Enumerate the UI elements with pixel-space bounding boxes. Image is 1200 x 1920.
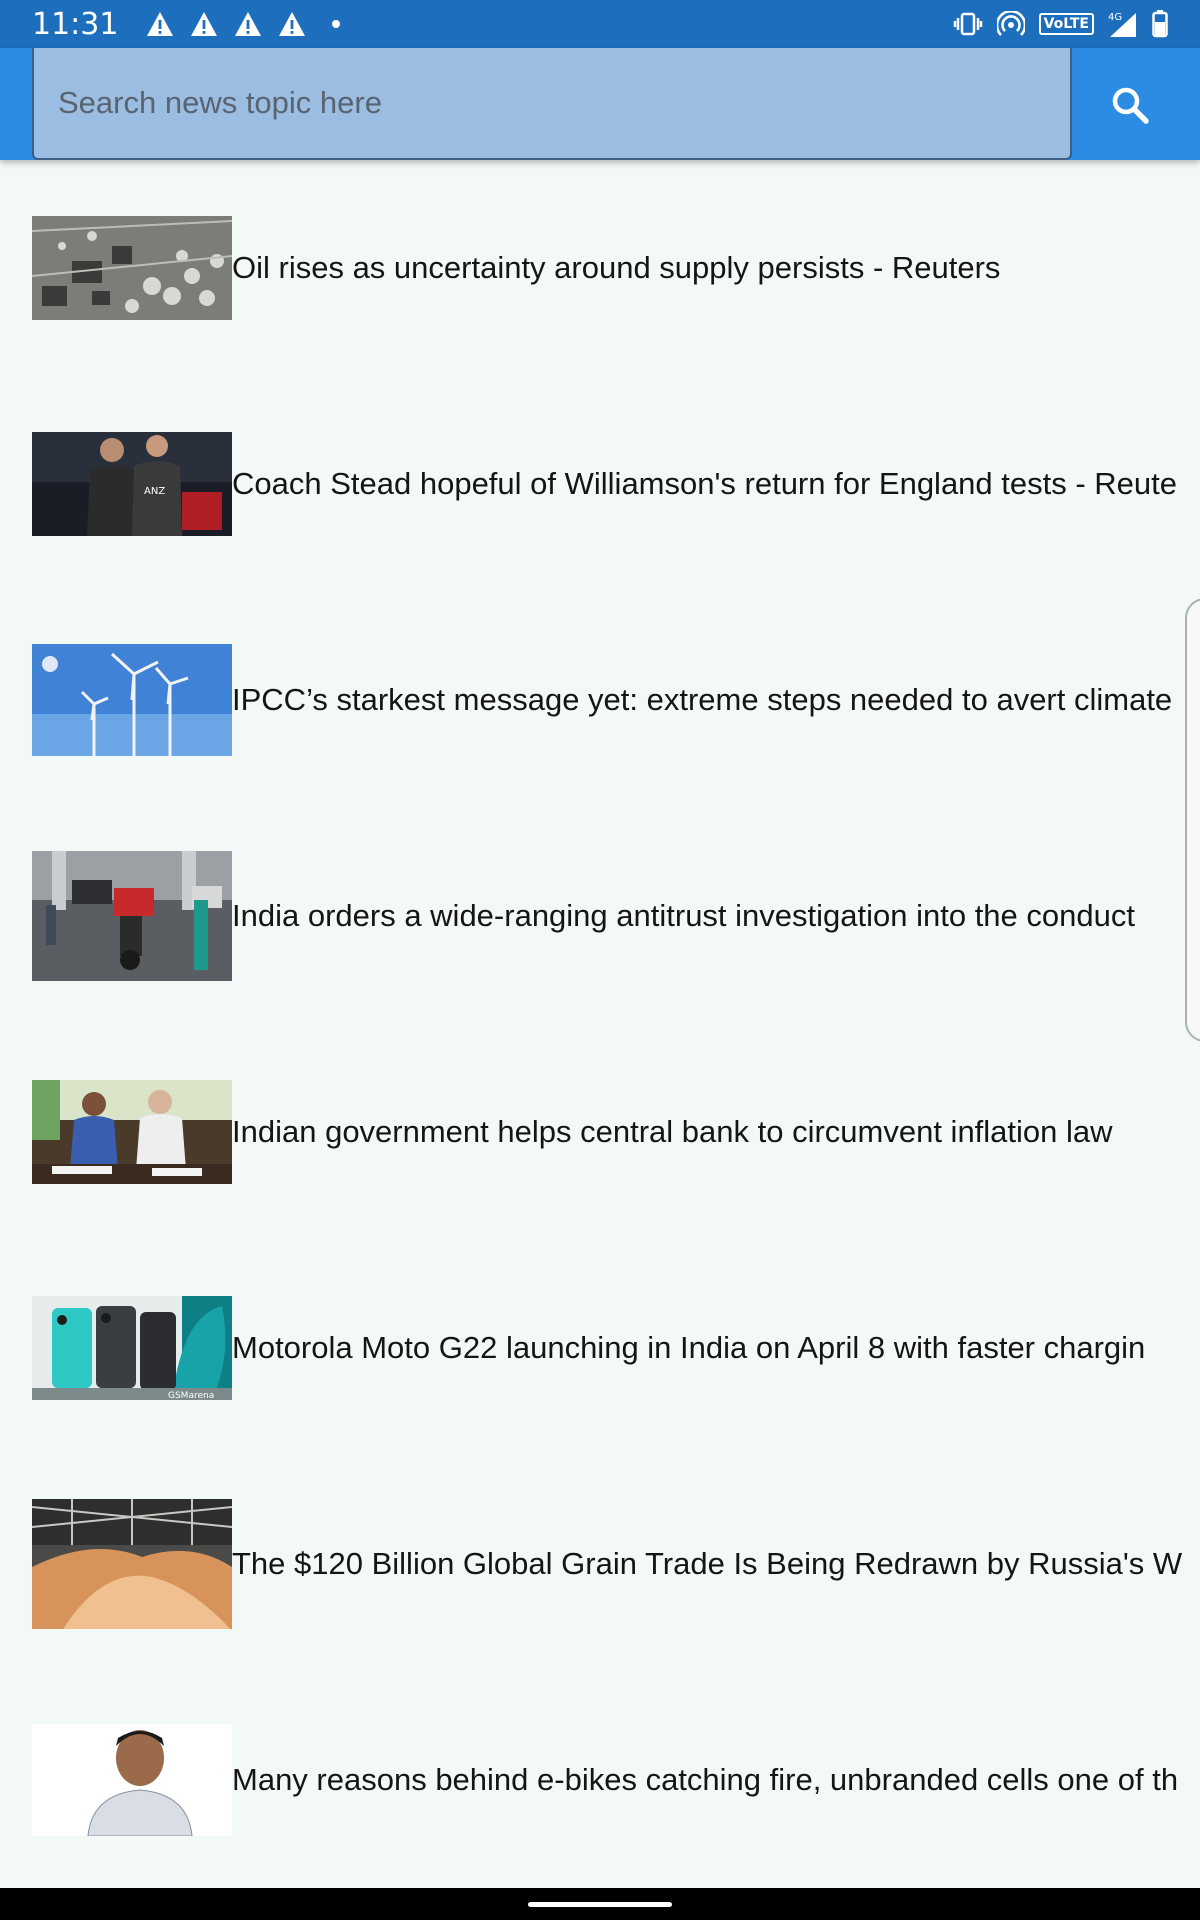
home-indicator[interactable] (528, 1902, 672, 1907)
grain-warehouse-image (32, 1499, 232, 1629)
news-item[interactable]: Indian government helps central bank to … (32, 1067, 1200, 1197)
svg-text:GSMarena: GSMarena (168, 1391, 214, 1400)
warning-icon (191, 12, 218, 36)
street-scene-image (32, 851, 232, 981)
vibrate-icon (953, 12, 982, 36)
search-button[interactable] (1100, 78, 1160, 132)
signal-4g-icon: 4G (1108, 12, 1136, 37)
news-item[interactable]: Oil rises as uncertainty around supply p… (32, 203, 1200, 333)
refinery-aerial-image (32, 216, 232, 320)
news-item[interactable]: IPCC’s starkest message yet: extreme ste… (32, 635, 1200, 765)
news-headline: Motorola Moto G22 launching in India on … (232, 1330, 1146, 1365)
wind-turbines-image (32, 644, 232, 756)
news-headline: Oil rises as uncertainty around supply p… (232, 250, 1001, 285)
network-type-label: 4G (1108, 12, 1122, 23)
news-item[interactable]: Many reasons behind e-bikes catching fir… (32, 1715, 1200, 1845)
news-headline: The $120 Billion Global Grain Trade Is B… (232, 1546, 1183, 1581)
warning-icon (147, 12, 174, 36)
news-item[interactable]: GSMarena Motorola Moto G22 launching in … (32, 1283, 1200, 1413)
news-headline: India orders a wide-ranging antitrust in… (232, 898, 1135, 933)
cricket-players-image: ANZ (32, 432, 232, 536)
warning-icon (279, 12, 306, 36)
news-item[interactable]: The $120 Billion Global Grain Trade Is B… (32, 1499, 1200, 1629)
news-headline: Indian government helps central bank to … (232, 1114, 1113, 1149)
officials-meeting-image (32, 1080, 232, 1184)
search-icon (1112, 87, 1149, 124)
news-headline: Many reasons behind e-bikes catching fir… (232, 1762, 1179, 1797)
smartphones-image: GSMarena (32, 1296, 232, 1400)
volte-icon: VoLTE (1038, 13, 1094, 35)
status-time: 11:31 (32, 6, 119, 42)
status-icons: VoLTE 4G (953, 10, 1168, 38)
status-bar: 11:31 VoLTE 4G (0, 0, 1200, 48)
edge-panel-handle[interactable] (1185, 598, 1200, 1042)
news-headline: IPCC’s starkest message yet: extreme ste… (232, 682, 1173, 717)
person-portrait-image (32, 1724, 232, 1836)
svg-text:ANZ: ANZ (144, 486, 165, 497)
app-bar (0, 48, 1200, 160)
warning-icon (235, 12, 262, 36)
hotspot-icon (996, 11, 1025, 36)
news-item[interactable]: ANZ Coach Stead hopeful of Williamson's … (32, 419, 1200, 549)
navigation-bar (0, 1888, 1200, 1920)
battery-icon (1152, 10, 1168, 38)
search-box[interactable] (32, 48, 1072, 160)
news-item[interactable]: India orders a wide-ranging antitrust in… (32, 851, 1200, 981)
search-input[interactable] (34, 48, 1070, 158)
notification-dot-icon (332, 20, 341, 28)
news-headline: Coach Stead hopeful of Williamson's retu… (232, 466, 1178, 501)
